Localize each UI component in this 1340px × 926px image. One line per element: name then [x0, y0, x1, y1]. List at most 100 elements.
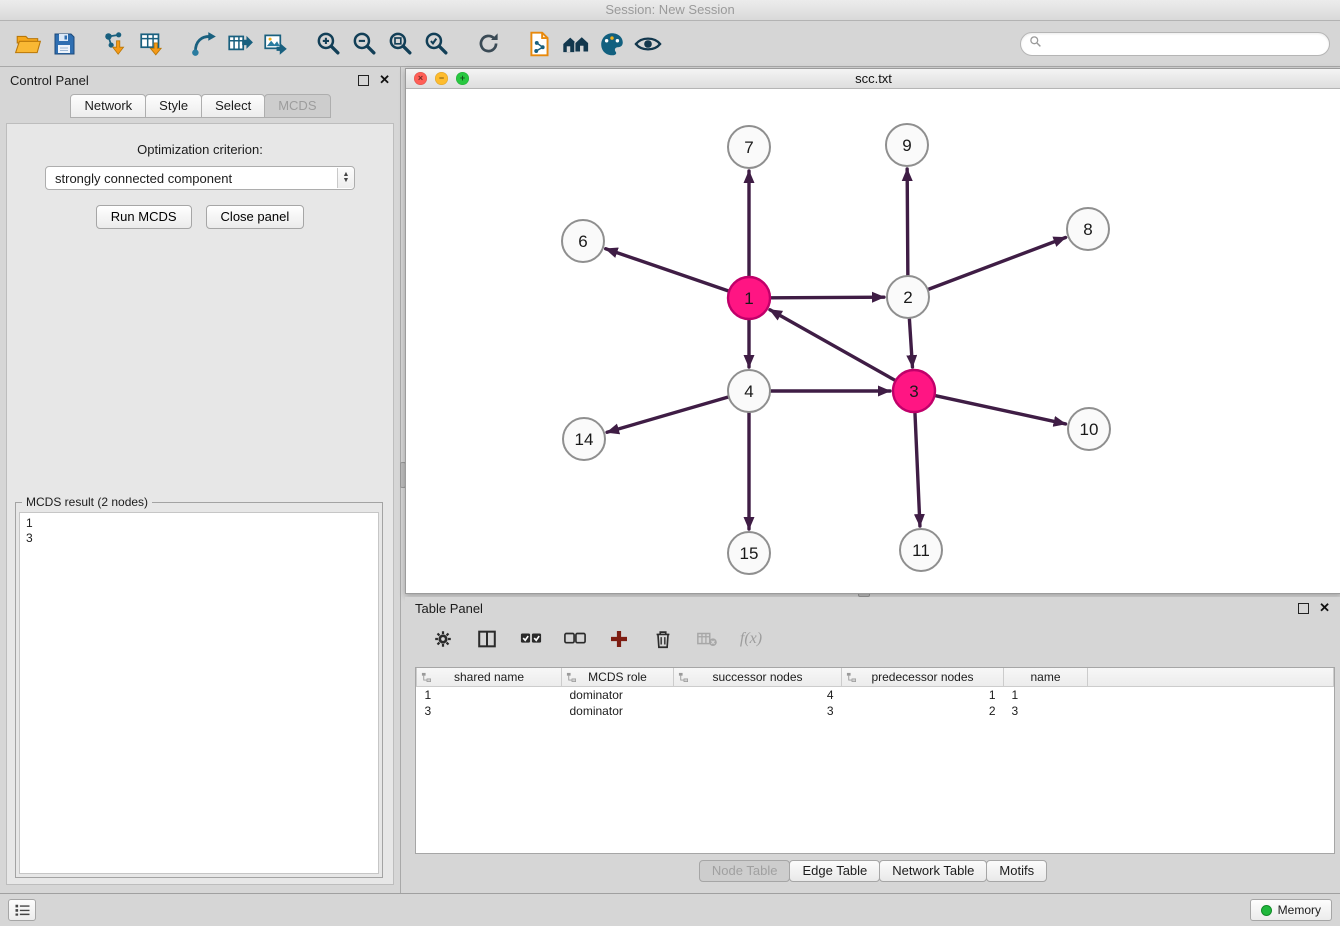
graph-node-label-3: 3: [909, 382, 918, 401]
run-mcds-button[interactable]: Run MCDS: [96, 205, 192, 229]
close-window-icon[interactable]: ×: [414, 72, 427, 85]
mcds-result-title: MCDS result (2 nodes): [22, 495, 152, 509]
column-header-filler: [1088, 668, 1334, 687]
graph-node-label-15: 15: [740, 544, 759, 563]
tab-network-table[interactable]: Network Table: [879, 860, 987, 882]
mcds-panel-body: Optimization criterion: strongly connect…: [6, 123, 394, 885]
graph-edge-4-14[interactable]: [607, 397, 728, 432]
memory-button[interactable]: Memory: [1250, 899, 1332, 921]
network-graph[interactable]: 1234678910111415: [406, 89, 1340, 593]
cell-predecessor-nodes[interactable]: 2: [842, 703, 1004, 719]
cell-mcds-role[interactable]: dominator: [562, 703, 674, 719]
style-paint-icon[interactable]: [594, 25, 630, 63]
graph-edge-2-3[interactable]: [909, 319, 912, 367]
cell-shared-name[interactable]: 3: [417, 703, 562, 719]
tab-network[interactable]: Network: [70, 94, 146, 118]
tab-motifs[interactable]: Motifs: [986, 860, 1047, 882]
cell-predecessor-nodes[interactable]: 1: [842, 687, 1004, 704]
import-table-icon[interactable]: [134, 25, 170, 63]
network-canvas[interactable]: 1234678910111415: [406, 89, 1340, 593]
column-header-successor-nodes[interactable]: successor nodes: [674, 668, 842, 687]
graph-node-label-2: 2: [903, 288, 912, 307]
zoom-in-icon[interactable]: [310, 25, 346, 63]
table-toolbar: f(x): [405, 619, 1340, 659]
select-all-columns-icon[interactable]: [515, 623, 547, 655]
graph-edge-3-10[interactable]: [935, 396, 1065, 424]
main-toolbar: [0, 21, 1340, 67]
float-table-panel-icon[interactable]: [1298, 603, 1309, 614]
table-header-row: shared name MCDS role successor nodes pr…: [417, 668, 1334, 687]
column-header-name[interactable]: name: [1004, 668, 1088, 687]
selected-criterion: strongly connected component: [46, 171, 337, 186]
search-input[interactable]: [1047, 36, 1321, 52]
save-session-icon[interactable]: [46, 25, 82, 63]
delete-column-icon[interactable]: [647, 623, 679, 655]
graph-node-label-11: 11: [912, 541, 930, 560]
window-controls: × − +: [414, 72, 469, 85]
graph-edge-2-8[interactable]: [929, 237, 1066, 289]
home-sessions-icon[interactable]: [558, 25, 594, 63]
cell-successor-nodes[interactable]: 3: [674, 703, 842, 719]
memory-label: Memory: [1278, 903, 1321, 917]
graph-edge-1-2[interactable]: [771, 297, 884, 298]
table-row[interactable]: 3 dominator 3 2 3: [417, 703, 1334, 719]
network-tools-icon[interactable]: [186, 25, 222, 63]
zoom-fit-icon[interactable]: [382, 25, 418, 63]
cell-name[interactable]: 3: [1004, 703, 1088, 719]
show-columns-icon[interactable]: [471, 623, 503, 655]
graph-node-label-10: 10: [1080, 420, 1099, 439]
open-folder-icon[interactable]: [10, 25, 46, 63]
mcds-result-line: 3: [26, 531, 372, 546]
maximize-window-icon[interactable]: +: [456, 72, 469, 85]
function-builder-icon: f(x): [735, 623, 767, 655]
tab-select[interactable]: Select: [201, 94, 265, 118]
export-image-icon[interactable]: [258, 25, 294, 63]
close-table-panel-icon[interactable]: ✕: [1319, 603, 1330, 613]
network-window-titlebar[interactable]: × − + scc.txt: [406, 69, 1340, 89]
show-hide-icon[interactable]: [630, 25, 666, 63]
mcds-result-list[interactable]: 1 3: [19, 512, 379, 874]
gear-icon[interactable]: [427, 623, 459, 655]
tab-mcds[interactable]: MCDS: [264, 94, 330, 118]
network-file-icon[interactable]: [522, 25, 558, 63]
network-window-title: scc.txt: [855, 71, 892, 86]
cell-shared-name[interactable]: 1: [417, 687, 562, 704]
float-panel-icon[interactable]: [358, 75, 369, 86]
column-header-predecessor-nodes[interactable]: predecessor nodes: [842, 668, 1004, 687]
refresh-view-icon[interactable]: [470, 25, 506, 63]
graph-edge-3-1[interactable]: [770, 310, 895, 380]
table-row[interactable]: 1 dominator 4 1 1: [417, 687, 1334, 704]
column-header-mcds-role[interactable]: MCDS role: [562, 668, 674, 687]
add-column-icon[interactable]: [603, 623, 635, 655]
close-panel-icon[interactable]: ✕: [379, 75, 390, 85]
node-table: shared name MCDS role successor nodes pr…: [415, 667, 1335, 854]
tab-edge-table[interactable]: Edge Table: [789, 860, 880, 882]
minimize-window-icon[interactable]: −: [435, 72, 448, 85]
network-view-window: × − + scc.txt 1234678910111415: [405, 68, 1340, 594]
export-table-icon[interactable]: [222, 25, 258, 63]
column-header-shared-name[interactable]: shared name: [417, 668, 562, 687]
graph-node-label-8: 8: [1083, 220, 1092, 239]
graph-edge-1-6[interactable]: [606, 249, 728, 291]
graph-edge-3-11[interactable]: [915, 413, 920, 526]
zoom-out-icon[interactable]: [346, 25, 382, 63]
import-network-icon[interactable]: [98, 25, 134, 63]
optimization-criterion-label: Optimization criterion:: [7, 142, 393, 157]
memory-status-icon: [1261, 905, 1272, 916]
graph-node-label-4: 4: [744, 382, 753, 401]
zoom-selected-icon[interactable]: [418, 25, 454, 63]
graph-node-label-14: 14: [575, 430, 594, 449]
control-panel-header: Control Panel ✕: [0, 67, 400, 93]
tab-node-table[interactable]: Node Table: [699, 860, 791, 882]
graph-edge-2-9[interactable]: [907, 169, 908, 275]
table-tabs: Node Table Edge Table Network Table Moti…: [405, 860, 1340, 882]
cell-successor-nodes[interactable]: 4: [674, 687, 842, 704]
task-history-icon[interactable]: [8, 899, 36, 921]
search-field[interactable]: [1020, 32, 1330, 56]
cell-name[interactable]: 1: [1004, 687, 1088, 704]
close-panel-button[interactable]: Close panel: [206, 205, 305, 229]
optimization-criterion-select[interactable]: strongly connected component ▲▼: [45, 166, 355, 190]
tab-style[interactable]: Style: [145, 94, 202, 118]
cell-mcds-role[interactable]: dominator: [562, 687, 674, 704]
unselect-all-columns-icon[interactable]: [559, 623, 591, 655]
